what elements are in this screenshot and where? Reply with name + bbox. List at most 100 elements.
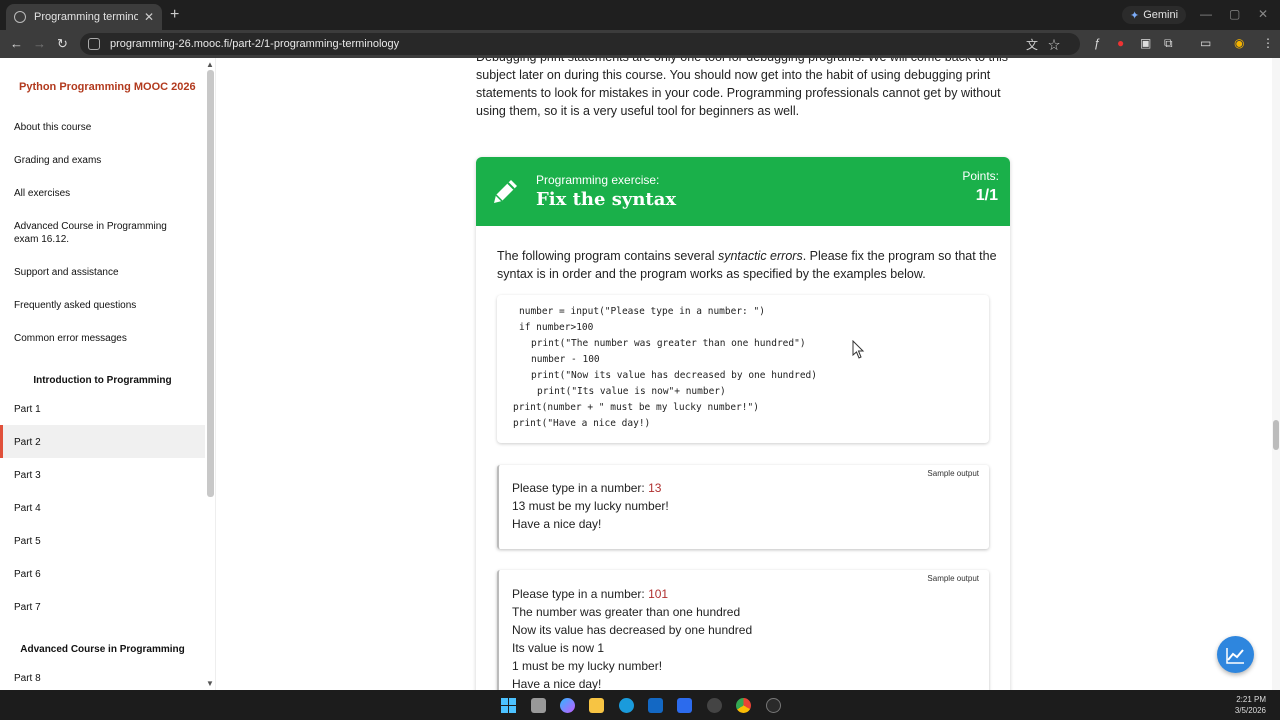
site-info-icon[interactable] xyxy=(88,38,100,50)
system-clock[interactable]: 2:21 PM 3/5/2026 xyxy=(1235,694,1266,716)
sidebar-item-about[interactable]: About this course xyxy=(14,121,194,134)
desc-text-a: The following program contains several xyxy=(497,249,718,263)
code-line-7: print(number + " must be my lucky number… xyxy=(513,402,759,413)
sidebar-item-support[interactable]: Support and assistance xyxy=(14,266,194,279)
code-line-5: print("Now its value has decreased by on… xyxy=(531,370,817,381)
clock-time: 2:21 PM xyxy=(1236,695,1266,704)
tab-title: Programming terminology - Py xyxy=(34,11,138,23)
output-user-input: 13 xyxy=(648,481,662,495)
sidebar-item-part-3[interactable]: Part 3 xyxy=(14,469,194,482)
points-value: 1/1 xyxy=(975,187,998,204)
task-view-icon[interactable] xyxy=(531,698,546,713)
minimize-icon[interactable]: — xyxy=(1200,7,1212,21)
store-icon[interactable] xyxy=(677,698,692,713)
output-line: Please type in a number: 101 xyxy=(512,587,668,601)
scroll-up-icon[interactable]: ▲ xyxy=(206,60,214,69)
scroll-down-icon[interactable]: ▼ xyxy=(206,679,214,688)
code-block[interactable]: number = input("Please type in a number:… xyxy=(497,295,989,443)
extension-f-icon[interactable]: ƒ xyxy=(1094,36,1101,50)
outlook-icon[interactable] xyxy=(648,698,663,713)
sidebar-item-exam[interactable]: Advanced Course in Programming exam 16.1… xyxy=(14,220,194,246)
pencil-icon xyxy=(494,180,517,203)
sidebar-item-part-5[interactable]: Part 5 xyxy=(14,535,194,548)
code-line-8: print("Have a nice day!) xyxy=(513,418,651,429)
sample-output-2: Sample output Please type in a number: 1… xyxy=(497,570,989,690)
exercise-card: Programming exercise: Fix the syntax Poi… xyxy=(476,157,1010,690)
mouse-cursor-icon xyxy=(852,340,865,359)
course-sidebar: Python Programming MOOC 2026 About this … xyxy=(0,58,216,690)
sidebar-item-part-1[interactable]: Part 1 xyxy=(14,403,194,416)
code-line-2: if number>100 xyxy=(519,322,594,333)
chrome-profile-icon[interactable] xyxy=(766,698,781,713)
avatar[interactable]: ◉ xyxy=(1234,36,1244,50)
points-label: Points: xyxy=(962,169,999,183)
section-intro-programming: Introduction to Programming xyxy=(33,375,172,386)
clock-date: 3/5/2026 xyxy=(1234,706,1266,715)
chrome-icon[interactable] xyxy=(736,698,751,713)
output-line: 1 must be my lucky number! xyxy=(512,659,663,673)
bookmark-star-icon[interactable]: 文☆ xyxy=(1026,36,1070,53)
web-page: Python Programming MOOC 2026 About this … xyxy=(0,58,1280,690)
browser-tabbar: Programming terminology - Py ✕ + ✦ Gemin… xyxy=(0,0,1280,30)
sample-output-label: Sample output xyxy=(927,469,979,478)
sidebar-item-part-7[interactable]: Part 7 xyxy=(14,601,194,614)
sample-output-1: Sample output Please type in a number: 1… xyxy=(497,465,989,549)
sample-output-label: Sample output xyxy=(927,574,979,583)
sidebar-item-part-4[interactable]: Part 4 xyxy=(14,502,194,515)
close-tab-icon[interactable]: ✕ xyxy=(144,10,154,24)
gemini-label: Gemini xyxy=(1143,9,1179,21)
output-line: Please type in a number: 13 xyxy=(512,481,661,495)
sidebar-item-errors[interactable]: Common error messages xyxy=(14,332,194,345)
exercise-header: Programming exercise: Fix the syntax Poi… xyxy=(476,157,1010,226)
windows-start-icon[interactable] xyxy=(501,698,516,713)
address-bar[interactable]: programming-26.mooc.fi/part-2/1-programm… xyxy=(80,33,1080,55)
sidepanel-icon[interactable]: ▭ xyxy=(1200,36,1211,50)
extensions-puzzle-icon[interactable]: ⧉ xyxy=(1164,36,1173,51)
extension-red-icon[interactable]: ● xyxy=(1117,36,1124,50)
sidebar-scrollbar[interactable] xyxy=(207,70,214,497)
edge-icon[interactable] xyxy=(619,698,634,713)
browser-toolbar: ← → ↻ programming-26.mooc.fi/part-2/1-pr… xyxy=(0,30,1280,58)
page-scrollbar-thumb[interactable] xyxy=(1273,420,1279,450)
globe-icon xyxy=(14,11,26,23)
page-scrollbar[interactable] xyxy=(1272,58,1280,690)
output-line: 13 must be my lucky number! xyxy=(512,499,669,513)
sidebar-item-part-6[interactable]: Part 6 xyxy=(14,568,194,581)
main-content: Debugging print statements are only one … xyxy=(216,58,1272,690)
back-icon[interactable]: ← xyxy=(10,36,23,51)
output-prompt: Please type in a number: xyxy=(512,587,649,601)
desc-emphasis: syntactic errors xyxy=(717,249,803,263)
dell-icon[interactable] xyxy=(707,698,722,713)
output-line: The number was greater than one hundred xyxy=(512,605,741,619)
forward-icon[interactable]: → xyxy=(33,36,46,51)
reload-icon[interactable]: ↻ xyxy=(57,36,68,52)
browser-tab[interactable]: Programming terminology - Py ✕ xyxy=(6,4,162,30)
course-title[interactable]: Python Programming MOOC 2026 xyxy=(19,81,196,93)
chart-line-icon xyxy=(1226,648,1244,664)
extension-camera-icon[interactable]: ▣ xyxy=(1140,36,1151,50)
gemini-sparkle-icon: ✦ xyxy=(1130,9,1140,22)
sidebar-item-exercises[interactable]: All exercises xyxy=(14,187,194,200)
maximize-icon[interactable]: ▢ xyxy=(1229,7,1240,21)
progress-chart-button[interactable] xyxy=(1217,636,1254,673)
url-text: programming-26.mooc.fi/part-2/1-programm… xyxy=(110,38,400,50)
output-prompt: Please type in a number: xyxy=(512,481,649,495)
code-line-4: number - 100 xyxy=(531,354,600,365)
new-tab-icon[interactable]: + xyxy=(170,6,179,24)
exercise-type-label: Programming exercise: xyxy=(536,173,660,187)
exercise-title: Fix the syntax xyxy=(536,189,677,210)
sidebar-item-grading[interactable]: Grading and exams xyxy=(14,154,194,167)
section-advanced-programming: Advanced Course in Programming xyxy=(20,644,185,655)
sidebar-item-faq[interactable]: Frequently asked questions xyxy=(14,299,194,312)
gemini-button[interactable]: ✦ Gemini xyxy=(1122,6,1187,24)
window-close-icon[interactable]: ✕ xyxy=(1258,7,1268,21)
menu-dots-icon[interactable]: ⋮ xyxy=(1262,36,1274,50)
copilot-icon[interactable] xyxy=(560,698,575,713)
sidebar-item-part-2[interactable]: Part 2 xyxy=(14,436,194,449)
output-line: Its value is now 1 xyxy=(512,641,605,655)
intro-paragraph: Debugging print statements are only one … xyxy=(476,58,1008,118)
code-line-6: print("Its value is now"+ number) xyxy=(537,386,726,397)
code-line-3: print("The number was greater than one h… xyxy=(531,338,806,349)
file-explorer-icon[interactable] xyxy=(589,698,604,713)
sidebar-item-part-8[interactable]: Part 8 xyxy=(14,672,194,685)
